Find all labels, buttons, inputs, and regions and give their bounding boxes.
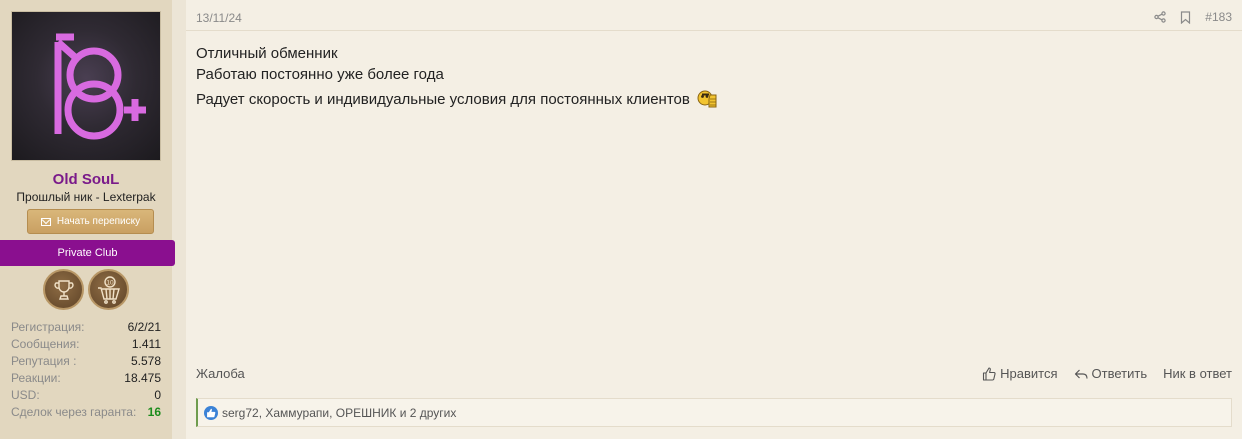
like-reaction-icon [204, 405, 218, 420]
cart-badge-number: 10 [106, 279, 114, 286]
like-button[interactable]: Нравится [982, 366, 1058, 381]
stat-value[interactable]: 1.411 [132, 337, 161, 351]
thumbs-up-smiley-icon [697, 90, 717, 108]
post-header-actions: #183 [1154, 10, 1232, 24]
nick-reply-label: Ник в ответ [1163, 366, 1232, 381]
start-conversation-label: Начать переписку [56, 216, 141, 227]
post-number[interactable]: #183 [1205, 10, 1232, 24]
stat-row: Сделок через гаранта: 16 [11, 403, 161, 420]
post-actions: Нравится Ответить Ник в ответ [982, 366, 1232, 381]
stat-label: Регистрация: [11, 319, 85, 334]
post-line: Радует скорость и индивидуальные условия… [196, 90, 690, 108]
cart-icon: 10 [97, 275, 120, 304]
post-header: 13/11/24 #183 [186, 0, 1242, 31]
stat-row: Регистрация: 6/2/21 [11, 318, 161, 335]
reply-icon [1074, 369, 1088, 379]
stat-label: Сделок через гаранта: [11, 404, 137, 419]
avatar[interactable] [11, 11, 161, 161]
stat-value: 6/2/21 [127, 319, 161, 334]
avatar-18plus-symbol [54, 33, 146, 140]
reply-button[interactable]: Ответить [1074, 366, 1148, 381]
report-link[interactable]: Жалоба [196, 366, 245, 381]
user-stats: Регистрация: 6/2/21 Сообщения: 1.411 Реп… [11, 318, 161, 420]
thumbs-up-icon [983, 366, 996, 381]
group-banner-label: Private Club [57, 247, 118, 259]
stat-row: Реакции: 18.475 [11, 369, 161, 386]
group-banner: Private Club [0, 240, 175, 266]
post-date[interactable]: 13/11/24 [196, 11, 242, 25]
nick-reply-button[interactable]: Ник в ответ [1163, 366, 1232, 381]
trophy-badge[interactable] [43, 269, 84, 310]
trophy-icon [53, 279, 74, 300]
stat-row: Сообщения: 1.411 [11, 335, 161, 352]
trophy-badges: 10 [43, 269, 129, 310]
reactions-list[interactable]: serg72, Хаммурапи, ОРЕШНИК и 2 других [222, 406, 456, 420]
post-line: Работаю постоянно уже более года [196, 66, 444, 83]
stat-value: 18.475 [124, 370, 161, 385]
cart-10-badge[interactable]: 10 [88, 269, 129, 310]
stat-row: USD: 0 [11, 386, 161, 403]
thumbs-up-white-icon [207, 408, 216, 417]
stat-value: 5.578 [130, 353, 161, 368]
stat-row: Репутация : 5.578 [11, 352, 161, 369]
post-line-with-smiley: Радует скорость и индивидуальные условия… [196, 88, 720, 110]
like-label: Нравится [1000, 366, 1058, 381]
stat-label: Реакции: [11, 370, 61, 385]
start-conversation-button[interactable]: Начать переписку [27, 209, 154, 234]
mail-icon [40, 217, 51, 226]
reply-label: Ответить [1091, 366, 1148, 381]
stat-label: USD: [11, 387, 40, 402]
previous-nick: Прошлый ник - Lexterpak [16, 190, 156, 204]
post-footer: Жалоба Нравится Ответить Ник в ответ [196, 366, 1232, 384]
stat-label: Сообщения: [11, 336, 80, 351]
post-content: Отличный обменник Работаю постоянно уже … [196, 43, 720, 110]
bookmark-icon[interactable] [1180, 10, 1191, 24]
post-line: Отличный обменник [196, 45, 338, 62]
user-panel: Old SouL Прошлый ник - Lexterpak Начать … [0, 0, 175, 439]
username[interactable]: Old SouL [0, 171, 172, 188]
stat-value: 0 [154, 387, 161, 402]
reactions-bar[interactable]: serg72, Хаммурапи, ОРЕШНИК и 2 других [196, 398, 1232, 427]
post: 13/11/24 #183 Отличный обменник Работаю … [186, 0, 1242, 439]
share-icon[interactable] [1154, 11, 1166, 23]
stat-value[interactable]: 16 [148, 405, 161, 419]
stat-label: Репутация : [11, 353, 77, 368]
